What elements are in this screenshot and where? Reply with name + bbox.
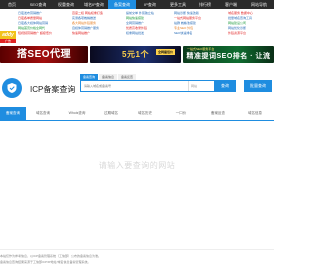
ad-area: 日夜发布营销推广 日夜各单质量网站 日夜各大媒体网站营销 网站首页价格全网代 短…: [0, 11, 274, 74]
ad-links: 日夜发布营销推广 日夜各单质量网站 日夜各大媒体网站营销 网站首页价格全网代 短…: [0, 11, 274, 43]
ad-column-4: 网站诊断 快速改版 一站式网站服务平台 站群 蜘蛛池搭建 专业SEO 外包 SE…: [174, 11, 224, 36]
search-type-select[interactable]: 网站: [188, 81, 212, 91]
nav-item[interactable]: 域名IP查询: [80, 0, 108, 9]
nav-item[interactable]: 权重查询: [52, 0, 80, 9]
banner-tag: 全网最低价: [155, 49, 175, 55]
banner-text: 精准提词SEO排名 · 让流量增长: [186, 53, 271, 60]
tab-domain[interactable]: 域名查询: [26, 107, 60, 120]
tab-icp[interactable]: 备案查询: [0, 107, 26, 120]
tab-domain-info[interactable]: 域名信息: [236, 107, 274, 120]
ad-column-2: 百度二权 网站权重打造 实测各项蜘蛛推送 各大网站外链服务 自媒体营销推广服务 …: [72, 11, 122, 36]
tab-expired[interactable]: 过期域名: [94, 107, 128, 120]
banner-text: 搭SEO代理: [16, 49, 72, 60]
ad-link[interactable]: SEO快速排名: [174, 31, 224, 36]
search-button[interactable]: 查询: [214, 80, 236, 92]
batch-query-button[interactable]: 批量查询: [244, 80, 272, 92]
nav-item[interactable]: 网站导航: [244, 0, 274, 9]
ad-link[interactable]: 快速网站推广: [72, 31, 122, 36]
empty-state-text: 请输入要查询的网站: [98, 161, 176, 170]
result-tabs: 备案查询 域名查询 Whois查询 过期域名 域名历史 一口价 备案反查 域名信…: [0, 107, 274, 121]
tab-history[interactable]: 域名历史: [128, 107, 162, 120]
nav-item[interactable]: 首页: [0, 0, 24, 9]
shield-icon: [7, 83, 17, 93]
ad-banner-seo-agent[interactable]: 搭SEO代理: [0, 46, 88, 63]
ad-link[interactable]: 短视频营销推广 超级低价: [18, 31, 68, 36]
footer-line: 备案信息查询结果来源于工信部ICP/IP地址/域名信息备案管理系统。: [0, 260, 91, 264]
tab-fixed-price[interactable]: 一口价: [162, 107, 200, 120]
ad-link[interactable]: 权重网站批发: [126, 31, 170, 36]
nav-item[interactable]: 客户端: [218, 0, 244, 9]
nav-item[interactable]: 更多工具: [164, 0, 192, 9]
tab-whois[interactable]: Whois查询: [60, 107, 94, 120]
nav-item[interactable]: SEO查询: [24, 0, 52, 9]
top-nav: 首页 SEO查询 权重查询 域名IP查询 备案查询 IP查询 更多工具 排行榜 …: [0, 0, 274, 9]
page-title: ICP备案查询: [30, 85, 76, 94]
icp-logo: [2, 78, 22, 98]
ad-banner-ranking[interactable]: 一站式SEO服务平台 精准提词SEO排名 · 让流量增长: [183, 46, 274, 63]
nav-item[interactable]: IP查询: [136, 0, 164, 9]
footer-notes: 本站仅作为参考信息，以ICP备案管理系统（工信部）公布的备案信息为准。 备案信息…: [0, 249, 274, 265]
nav-item[interactable]: 备案查询: [108, 0, 136, 9]
ad-badge: 广告: [0, 39, 16, 43]
ad-banner-price[interactable]: 5元1个 全网最低价: [90, 46, 181, 63]
ad-column-1: 日夜发布营销推广 日夜各单质量网站 日夜各大媒体网站营销 网站首页价格全网代 短…: [18, 11, 68, 36]
ad-column-5: 域名服务 数据中心 批量域名查询工具 网站建设公司 网站优化诊断 外链资源平台: [228, 11, 274, 36]
ad-column-3: 提前交单 外贸独立站 网站快速搭建 全网营销推广 优质高收录外链 权重网站批发: [126, 11, 170, 36]
tab-reverse[interactable]: 备案反查: [200, 107, 236, 120]
nav-item[interactable]: 排行榜: [192, 0, 218, 9]
ad-link[interactable]: 外链资源平台: [228, 31, 274, 36]
daddy-logo[interactable]: addy: [0, 31, 16, 39]
